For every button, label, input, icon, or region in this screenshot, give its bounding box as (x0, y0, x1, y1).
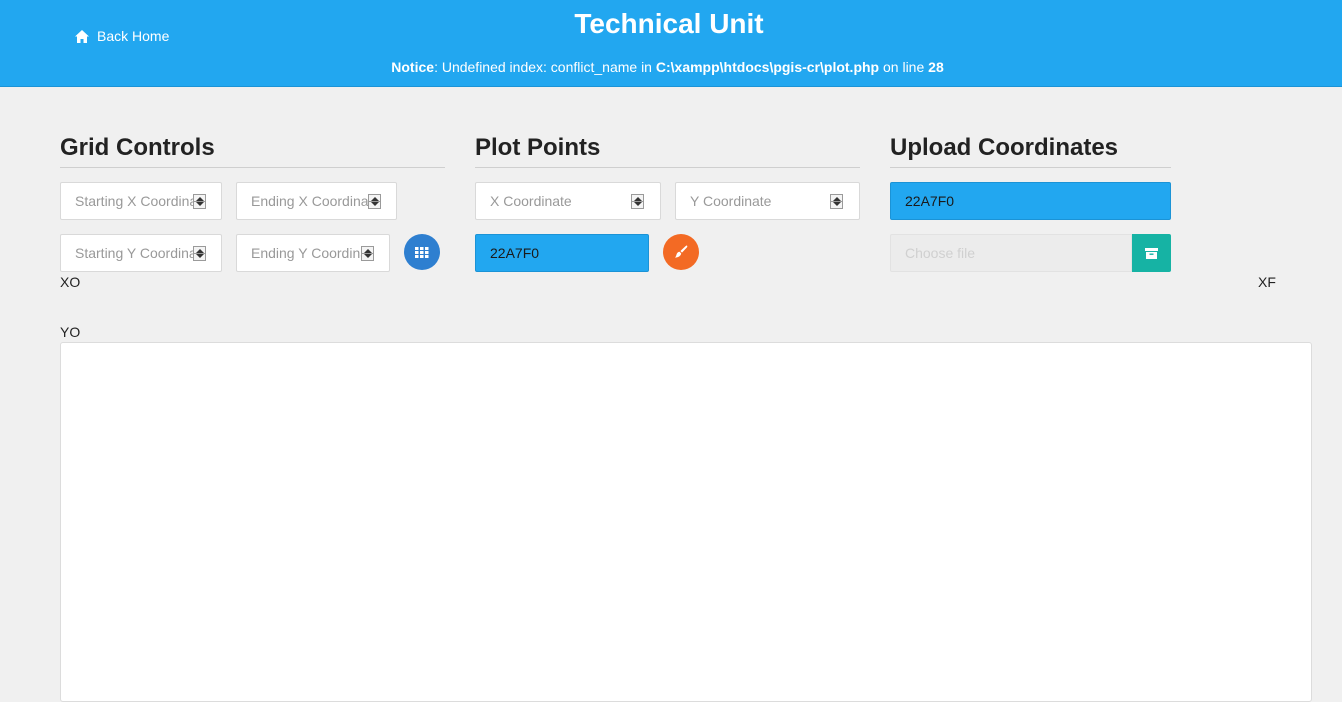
y-coordinate-input[interactable]: Y Coordinate (675, 182, 860, 220)
notice-path: C:\xampp\htdocs\pgis-cr\plot.php (655, 59, 880, 75)
end-x-spinner[interactable] (368, 194, 381, 209)
paintbrush-icon (675, 245, 688, 258)
end-x-input[interactable]: Ending X Coordinate (236, 182, 397, 220)
point-color-input[interactable]: 22A7F0 (475, 234, 649, 272)
x-coordinate-input[interactable]: X Coordinate (475, 182, 661, 220)
notice-line: 28 (928, 59, 944, 75)
end-y-spinner[interactable] (361, 246, 374, 261)
plot-points-heading: Plot Points (475, 134, 860, 168)
x-origin-label: XO (60, 274, 81, 290)
page-title: Technical Unit (574, 8, 764, 39)
start-x-spinner[interactable] (193, 194, 206, 209)
end-y-input[interactable]: Ending Y Coordinate (236, 234, 390, 272)
upload-coordinates-heading: Upload Coordinates (890, 134, 1171, 168)
archive-icon (1145, 247, 1158, 259)
notice-message: : Undefined index: conflict_name in (434, 59, 656, 75)
end-x-placeholder: Ending X Coordinate (251, 193, 369, 209)
choose-file-input[interactable]: Choose file (890, 234, 1132, 272)
notice-message-middle: on line (879, 59, 929, 75)
y-coordinate-placeholder: Y Coordinate (690, 193, 772, 209)
header-bar: Back Home Technical Unit Notice: Undefin… (0, 0, 1342, 87)
start-x-placeholder: Starting X Coordinate (75, 193, 193, 209)
grid-controls-heading: Grid Controls (60, 134, 445, 168)
start-y-placeholder: Starting Y Coordinate (75, 245, 193, 261)
upload-color-input[interactable]: 22A7F0 (890, 182, 1171, 220)
notice-label: Notice (391, 59, 435, 75)
upload-file-button[interactable] (1132, 234, 1171, 272)
x-coordinate-spinner[interactable] (631, 194, 644, 209)
plot-point-button[interactable] (663, 234, 699, 270)
php-notice: Notice: Undefined index: conflict_name i… (0, 59, 1335, 75)
y-coordinate-spinner[interactable] (830, 194, 843, 209)
grid-icon (415, 246, 429, 258)
draw-grid-button[interactable] (404, 234, 440, 270)
end-y-placeholder: Ending Y Coordinate (251, 245, 361, 261)
start-x-input[interactable]: Starting X Coordinate (60, 182, 222, 220)
x-final-label: XF (1258, 274, 1276, 290)
y-origin-label: YO (60, 324, 81, 340)
x-coordinate-placeholder: X Coordinate (490, 193, 572, 209)
start-y-input[interactable]: Starting Y Coordinate (60, 234, 222, 272)
start-y-spinner[interactable] (193, 246, 206, 261)
plot-canvas[interactable] (60, 342, 1312, 702)
